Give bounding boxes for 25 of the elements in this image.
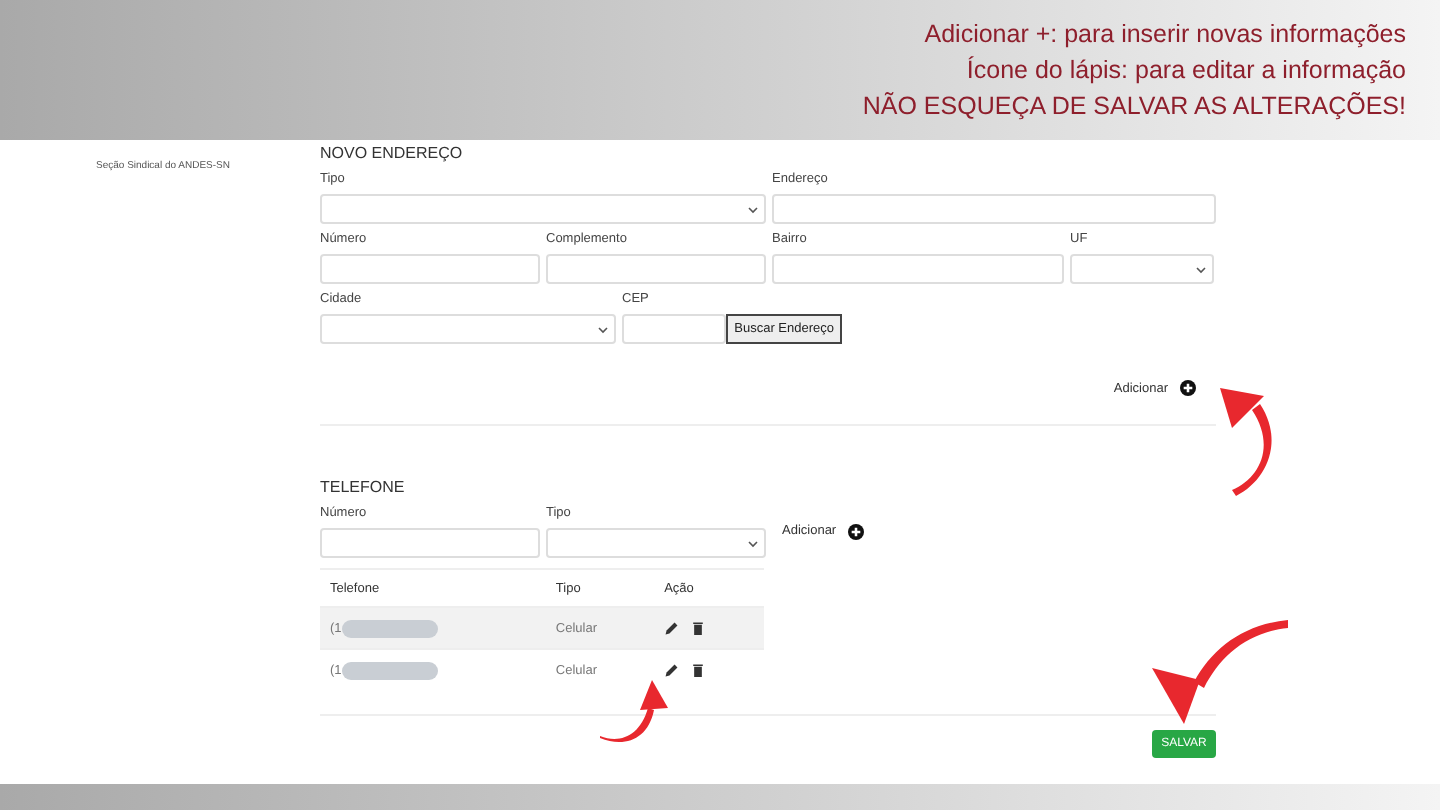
caret-icon[interactable] xyxy=(748,539,758,547)
input-field[interactable] xyxy=(320,254,540,284)
input-field[interactable] xyxy=(772,194,1216,224)
edit-icon[interactable] xyxy=(664,620,681,636)
caret-icon[interactable] xyxy=(598,325,608,333)
caret-icon[interactable] xyxy=(748,205,758,213)
section-title: TELEFONE xyxy=(320,478,407,498)
edit-icon[interactable] xyxy=(664,662,681,678)
curved-arrow xyxy=(600,680,672,744)
section-title: NOVO ENDEREÇO xyxy=(320,144,465,164)
trash-icon[interactable] xyxy=(690,620,707,636)
redaction-bar xyxy=(341,661,438,679)
input-field[interactable] xyxy=(546,254,766,284)
input-field[interactable] xyxy=(772,254,1064,284)
instruction-text: Adicionar +: para inserir novas informações xyxy=(924,18,1406,50)
curved-arrow xyxy=(1148,620,1292,724)
redaction-bar xyxy=(341,619,438,637)
instruction-text: Ícone do lápis: para editar a informação xyxy=(966,54,1406,86)
input-field[interactable] xyxy=(320,528,540,558)
add-icon[interactable] xyxy=(848,523,865,539)
caret-icon[interactable] xyxy=(1196,265,1206,273)
add-icon[interactable] xyxy=(1180,380,1196,396)
input-field[interactable] xyxy=(622,314,727,344)
instruction-text: NÃO ESQUEÇA DE SALVAR AS ALTERAÇÕES! xyxy=(862,90,1406,122)
trash-icon[interactable] xyxy=(690,662,707,678)
